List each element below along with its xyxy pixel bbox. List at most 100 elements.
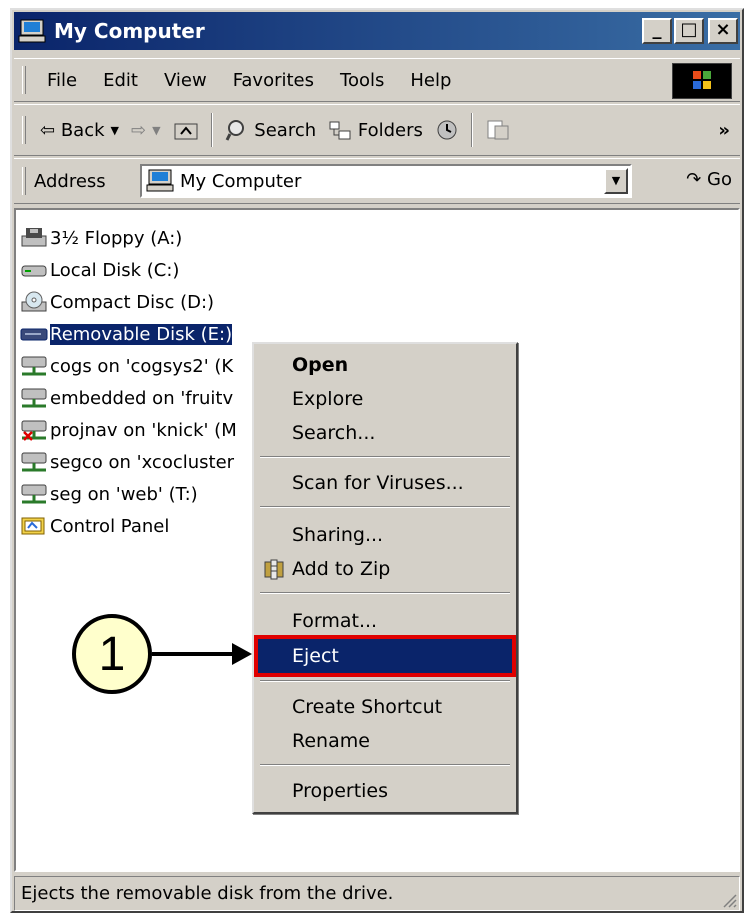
minimize-icon: _ (652, 19, 662, 40)
back-arrow-icon: ⇦ (40, 119, 56, 141)
disconnected-network-drive-icon (20, 418, 48, 442)
list-item-floppy[interactable]: 3½ Floppy (A:) (20, 224, 182, 252)
menu-tools[interactable]: Tools (327, 70, 397, 91)
network-drive-icon (20, 450, 48, 474)
callout-arrow-line (152, 652, 236, 656)
menu-separator (260, 764, 510, 766)
menu-item-sharing[interactable]: Sharing... (258, 518, 512, 552)
windows-logo-icon (672, 63, 732, 99)
step-callout: 1 (72, 614, 152, 694)
item-label: Removable Disk (E:) (48, 322, 234, 346)
search-icon (225, 120, 244, 141)
list-item-control-panel[interactable]: Control Panel (20, 512, 169, 540)
menu-separator (260, 506, 510, 508)
status-bar: Ejects the removable disk from the drive… (14, 876, 740, 911)
menu-item-open[interactable]: Open (258, 348, 512, 382)
resize-grip-icon[interactable] (719, 890, 737, 908)
callout-arrow-head-icon (232, 643, 252, 665)
title-bar[interactable]: My Computer _ □ × (14, 12, 740, 50)
back-button[interactable]: ⇦ Back ▼ (34, 120, 125, 141)
floppy-drive-icon (20, 226, 48, 250)
window-title: My Computer (54, 19, 205, 43)
menu-separator (260, 592, 510, 594)
maximize-icon: □ (680, 19, 698, 40)
maximize-button[interactable]: □ (674, 18, 704, 44)
menu-item-scan-for-viruses[interactable]: Scan for Viruses... (258, 466, 512, 500)
cd-drive-icon (20, 290, 48, 314)
item-label: Local Disk (C:) (50, 259, 180, 281)
winzip-icon (264, 559, 284, 580)
folders-label: Folders (357, 119, 423, 141)
list-item-network-cogs[interactable]: cogs on 'cogsys2' (K (20, 352, 233, 380)
status-text: Ejects the removable disk from the drive… (21, 883, 394, 904)
list-item-compact-disc[interactable]: Compact Disc (D:) (20, 288, 214, 316)
caption-buttons: _ □ × (640, 18, 738, 44)
address-value: My Computer (180, 170, 302, 192)
menu-favorites[interactable]: Favorites (220, 70, 327, 91)
forward-arrow-icon: ⇨ (131, 119, 147, 141)
menu-item-create-shortcut[interactable]: Create Shortcut (258, 690, 512, 724)
forward-dropdown-icon[interactable]: ▼ (152, 124, 160, 137)
list-item-network-seg[interactable]: seg on 'web' (T:) (20, 480, 198, 508)
list-item-network-embedded[interactable]: embedded on 'fruitv (20, 384, 233, 412)
up-folder-icon (174, 123, 198, 140)
list-item-network-projnav[interactable]: projnav on 'knick' (M (20, 416, 237, 444)
my-computer-small-icon (146, 169, 176, 193)
item-label: projnav on 'knick' (M (50, 419, 237, 441)
search-label: Search (254, 119, 317, 141)
list-item-local-disk[interactable]: Local Disk (C:) (20, 256, 179, 284)
control-panel-icon (20, 514, 48, 538)
item-label: Control Panel (50, 515, 170, 537)
folders-icon (329, 121, 351, 140)
menu-grip[interactable] (22, 66, 26, 94)
menu-item-search[interactable]: Search... (258, 416, 512, 450)
search-button[interactable]: Search (219, 118, 323, 142)
go-label: Go (707, 169, 732, 190)
history-button[interactable] (429, 118, 465, 142)
list-item-removable-disk[interactable]: Removable Disk (E:) (20, 320, 234, 348)
menu-file[interactable]: File (34, 70, 90, 91)
context-menu: Open Explore Search... Scan for Viruses.… (252, 342, 518, 814)
go-arrow-icon: ↷ (686, 169, 702, 190)
menu-item-add-to-zip[interactable]: Add to Zip (258, 552, 512, 586)
step-number: 1 (98, 627, 126, 681)
minimize-button[interactable]: _ (642, 18, 672, 44)
forward-button[interactable]: ⇨ ▼ (125, 120, 167, 141)
address-dropdown-button[interactable]: ▼ (604, 168, 628, 194)
back-dropdown-icon[interactable]: ▼ (111, 124, 119, 137)
menu-item-eject[interactable]: Eject (254, 635, 516, 677)
menu-edit[interactable]: Edit (90, 70, 151, 91)
address-bar: Address My Computer ▼ ↷ Go (14, 158, 740, 204)
item-label: cogs on 'cogsys2' (K (50, 355, 234, 377)
my-computer-icon (18, 18, 48, 44)
menu-item-properties[interactable]: Properties (258, 774, 512, 808)
address-label: Address (34, 170, 106, 192)
address-grip[interactable] (22, 167, 26, 195)
menu-item-format[interactable]: Format... (258, 604, 512, 638)
toolbar-overflow-chevron-icon[interactable]: » (712, 120, 736, 141)
move-to-button[interactable] (479, 118, 517, 142)
network-drive-icon (20, 386, 48, 410)
list-item-network-segco[interactable]: segco on 'xcocluster (20, 448, 234, 476)
item-label: segco on 'xcocluster (50, 451, 235, 473)
menu-view[interactable]: View (151, 70, 220, 91)
add-to-zip-label: Add to Zip (292, 558, 391, 580)
menu-bar: File Edit View Favorites Tools Help (14, 58, 740, 102)
address-field[interactable]: My Computer ▼ (140, 164, 632, 198)
toolbar-separator (210, 113, 213, 147)
standard-toolbar: ⇦ Back ▼ ⇨ ▼ Search Folders » (14, 104, 740, 156)
menu-help[interactable]: Help (397, 70, 464, 91)
toolbar-grip[interactable] (22, 116, 26, 144)
up-button[interactable] (167, 119, 205, 141)
go-button[interactable]: ↷ Go (686, 169, 732, 190)
back-label: Back (60, 119, 105, 141)
folders-button[interactable]: Folders (322, 119, 429, 141)
close-button[interactable]: × (708, 18, 738, 44)
menu-separator (260, 456, 510, 458)
menu-item-rename[interactable]: Rename (258, 724, 512, 758)
item-label: 3½ Floppy (A:) (50, 227, 183, 249)
removable-disk-icon (20, 322, 48, 346)
item-label: seg on 'web' (T:) (50, 483, 198, 505)
menu-separator (260, 680, 510, 682)
menu-item-explore[interactable]: Explore (258, 382, 512, 416)
